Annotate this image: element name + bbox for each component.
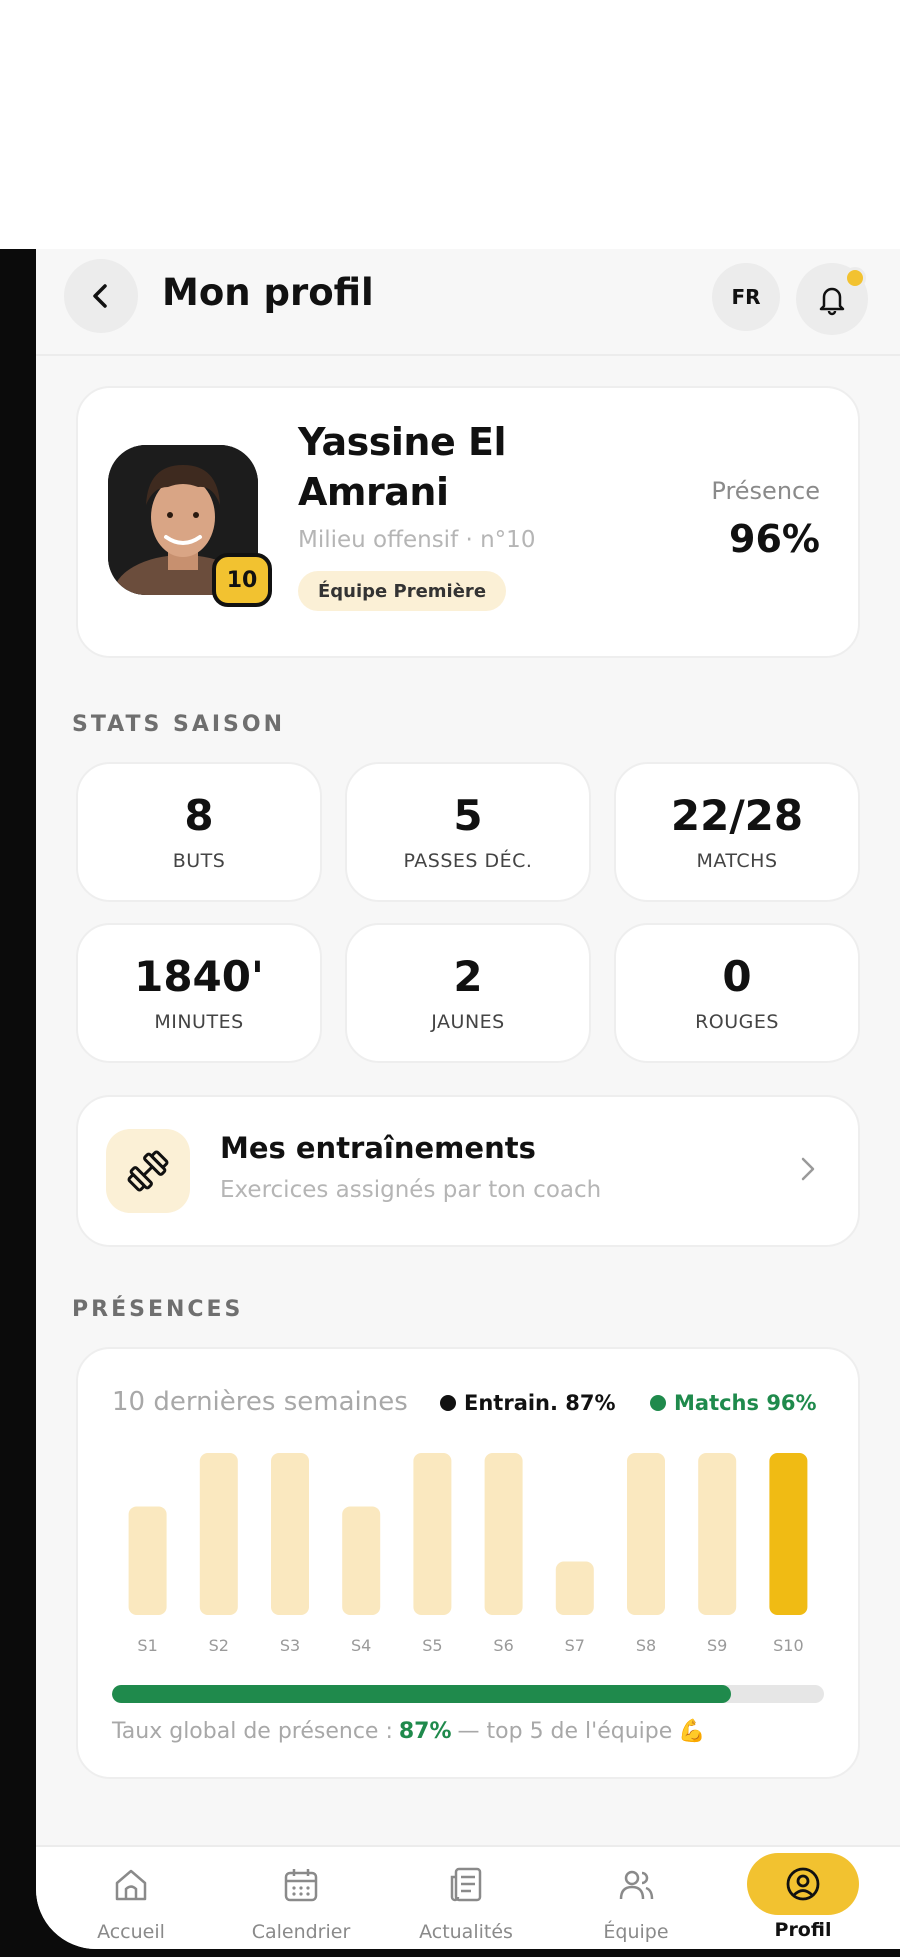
- presence-label: Présence: [711, 477, 820, 505]
- flexed-biceps-icon: 💪: [678, 1719, 706, 1744]
- chart-tick-label: S5: [422, 1636, 442, 1655]
- nav-home[interactable]: Accueil: [61, 1847, 201, 1949]
- dumbbell-icon: [106, 1129, 190, 1213]
- stat-card-goals: 8 BUTS: [76, 762, 322, 902]
- profile-icon: [747, 1853, 859, 1915]
- news-icon: [446, 1859, 486, 1911]
- chart-tick-label: S10: [773, 1636, 804, 1655]
- legend-matches-label: Matchs 96%: [674, 1391, 817, 1415]
- presence-summary-suffix: — top 5 de l'équipe: [457, 1719, 673, 1744]
- language-button[interactable]: FR: [712, 263, 780, 331]
- back-button[interactable]: [64, 259, 138, 333]
- nav-label: Actualités: [419, 1921, 513, 1943]
- chart-bar-s1: [128, 1506, 167, 1615]
- attendance-bar-chart: S1 S2 S3 S4 S5 S6 S7 S8 S9 S10: [128, 1453, 808, 1655]
- stat-value: 2: [453, 952, 483, 1001]
- nav-label: Accueil: [97, 1921, 165, 1943]
- trainings-card[interactable]: [76, 1095, 860, 1247]
- legend-training: Entrain. 87%: [440, 1391, 616, 1415]
- legend-training-label: Entrain. 87%: [464, 1391, 616, 1415]
- team-badge: Équipe Première: [298, 571, 507, 611]
- trainings-subtitle: Exercices assignés par ton coach: [220, 1177, 602, 1203]
- nav-label: Profil: [774, 1919, 832, 1941]
- top-bar: Mon profil FR: [36, 249, 900, 356]
- chart-bar-s10: [769, 1453, 808, 1615]
- chevron-left-icon: [93, 284, 107, 308]
- nav-team[interactable]: Équipe: [566, 1847, 706, 1949]
- chart-tick-label: S4: [351, 1636, 371, 1655]
- presence-summary-value: 87%: [398, 1719, 452, 1744]
- stat-label: JAUNES: [431, 1011, 505, 1033]
- chevron-right-icon: [801, 1157, 815, 1181]
- presence-value: 96%: [729, 517, 820, 561]
- chart-tick-label: S1: [137, 1636, 157, 1655]
- stat-card-minutes: 1840' MINUTES: [76, 923, 322, 1063]
- stat-value: 0: [722, 952, 752, 1001]
- team-icon: [616, 1859, 656, 1911]
- stat-label: PASSES DÉC.: [403, 850, 533, 872]
- presence-summary-prefix: Taux global de présence :: [112, 1719, 393, 1744]
- presence-progress-bar: [112, 1685, 824, 1703]
- stat-value: 22/28: [670, 791, 804, 840]
- stat-card-red-cards: 0 ROUGES: [614, 923, 860, 1063]
- chart-bar-s2: [199, 1453, 238, 1615]
- stats-section-title: STATS SAISON: [72, 712, 285, 737]
- chart-subtitle: 10 dernières semaines: [112, 1387, 408, 1417]
- legend-dot: [440, 1395, 456, 1411]
- bell-icon: [819, 287, 845, 316]
- chart-bar-s9: [698, 1453, 737, 1615]
- chart-tick-label: S7: [565, 1636, 585, 1655]
- player-role: Milieu offensif · n°10: [298, 527, 536, 553]
- phone-frame: Mon profil FR 10 Yassine El Amrani Milie…: [0, 249, 900, 1957]
- presence-progress-fill: [112, 1685, 732, 1703]
- calendar-icon: [281, 1859, 321, 1911]
- chart-bar-s4: [342, 1506, 381, 1615]
- legend-matches: Matchs 96%: [650, 1391, 817, 1415]
- chart-bar-s8: [627, 1453, 665, 1615]
- chart-tick-label: S3: [280, 1636, 300, 1655]
- player-name: Yassine El Amrani: [298, 420, 506, 514]
- stat-value: 5: [453, 791, 483, 840]
- jersey-number-badge: 10: [212, 553, 272, 607]
- chart-bar-s3: [271, 1453, 309, 1615]
- home-icon: [111, 1859, 151, 1911]
- chart-tick-label: S6: [493, 1636, 513, 1655]
- nav-label: Calendrier: [251, 1921, 351, 1943]
- stat-card-yellow-cards: 2 JAUNES: [345, 923, 591, 1063]
- presences-section-title: PRÉSENCES: [72, 1297, 244, 1322]
- app-screen: Mon profil FR 10 Yassine El Amrani Milie…: [36, 249, 900, 1949]
- page-title: Mon profil: [162, 271, 374, 314]
- chart-bar-s6: [484, 1453, 523, 1615]
- nav-profile[interactable]: Profil: [733, 1847, 873, 1949]
- legend-dot: [650, 1395, 666, 1411]
- stat-label: BUTS: [172, 850, 226, 872]
- nav-calendar[interactable]: Calendrier: [231, 1847, 371, 1949]
- chart-bar-s7: [555, 1561, 594, 1615]
- stat-value: 1840': [134, 952, 264, 1001]
- nav-label: Équipe: [603, 1921, 669, 1943]
- bottom-navigation: Accueil Calendrier Actualités Équipe Pro…: [36, 1845, 900, 1949]
- chart-tick-label: S2: [209, 1636, 229, 1655]
- stat-card-assists: 5 PASSES DÉC.: [345, 762, 591, 902]
- stat-label: ROUGES: [695, 1011, 779, 1033]
- presence-summary: Taux global de présence : 87% — top 5 de…: [112, 1719, 706, 1744]
- stat-label: MATCHS: [696, 850, 778, 872]
- notifications-button[interactable]: [796, 263, 868, 335]
- nav-news[interactable]: Actualités: [396, 1847, 536, 1949]
- stat-label: MINUTES: [154, 1011, 244, 1033]
- stat-value: 8: [184, 791, 214, 840]
- chart-tick-label: S9: [707, 1636, 727, 1655]
- notification-dot: [844, 267, 866, 289]
- chart-tick-label: S8: [636, 1636, 656, 1655]
- chart-bar-s5: [413, 1453, 452, 1615]
- trainings-title: Mes entraînements: [220, 1131, 536, 1165]
- stat-card-matches: 22/28 MATCHS: [614, 762, 860, 902]
